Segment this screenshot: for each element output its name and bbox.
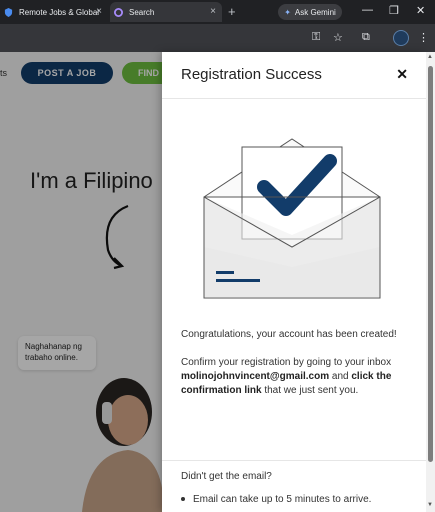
registered-email: molinojohnvincent@gmail.com <box>181 371 330 382</box>
window-close-button[interactable]: ✕ <box>416 4 425 17</box>
gemini-label: Ask Gemini <box>294 7 336 17</box>
bullet-icon <box>181 497 185 502</box>
menu-dots-icon[interactable]: ⋮ <box>418 31 429 44</box>
close-icon[interactable]: ✕ <box>396 66 408 83</box>
extensions-icon[interactable]: ⧉ <box>362 31 370 44</box>
bullet-text: Email can take up to 5 minutes to arrive… <box>193 494 372 505</box>
profile-avatar[interactable] <box>393 30 409 46</box>
envelope-check-illustration <box>203 138 381 299</box>
instruction-text: Confirm your registration by going to yo… <box>181 357 392 368</box>
close-tab-icon[interactable]: × <box>96 6 102 17</box>
instruction-text: that we just sent you. <box>261 385 359 396</box>
sparkle-icon: ✦ <box>284 7 291 17</box>
scroll-up-arrow-icon[interactable]: ▲ <box>427 54 433 60</box>
close-tab-icon[interactable]: × <box>210 6 216 17</box>
toolbar: ⚿ ☆ ⧉ ⋮ <box>0 24 435 52</box>
scroll-down-arrow-icon[interactable]: ▼ <box>427 502 433 508</box>
new-tab-button[interactable]: + <box>228 4 236 19</box>
tab-label: Search <box>129 7 155 17</box>
registration-panel: Registration Success ✕ Congratulations, … <box>162 52 426 512</box>
tab-bar: Remote Jobs & Global × Search × + ✦ Ask … <box>0 0 435 24</box>
success-message: Congratulations, your account has been c… <box>181 329 397 340</box>
divider <box>162 460 426 461</box>
tab-search[interactable]: Search × <box>110 2 222 22</box>
panel-header: Registration Success ✕ <box>162 52 426 99</box>
tab-remote-jobs[interactable]: Remote Jobs & Global × <box>0 2 108 22</box>
bookmark-star-icon[interactable]: ☆ <box>333 31 343 44</box>
minimize-button[interactable]: — <box>362 4 373 16</box>
panel-title: Registration Success <box>181 66 322 83</box>
scrollbar-thumb[interactable] <box>428 66 433 462</box>
instruction-text: and <box>329 371 352 382</box>
ask-gemini-button[interactable]: ✦ Ask Gemini <box>278 4 342 20</box>
confirm-instructions: Confirm your registration by going to yo… <box>181 356 406 398</box>
shield-icon <box>4 7 13 17</box>
didnt-get-email-heading: Didn't get the email? <box>181 471 272 482</box>
list-item: Email can take up to 5 minutes to arrive… <box>181 494 371 505</box>
tab-label: Remote Jobs & Global <box>19 7 100 17</box>
search-tab-icon <box>114 7 123 17</box>
password-key-icon[interactable]: ⚿ <box>312 31 320 44</box>
restore-button[interactable]: ❐ <box>389 4 399 17</box>
